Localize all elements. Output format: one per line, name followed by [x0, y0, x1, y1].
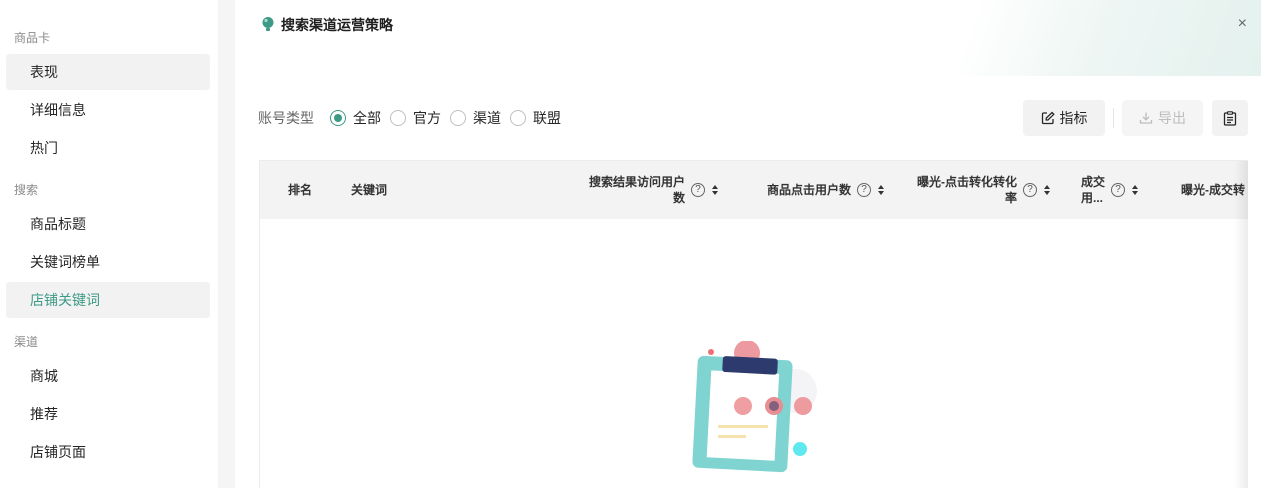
- col-label: 关键词: [351, 183, 388, 197]
- sidebar-group-channel: 渠道: [14, 335, 39, 349]
- radio-all[interactable]: 全部: [330, 108, 381, 128]
- edit-icon: [1041, 111, 1055, 125]
- radio-label: 渠道: [473, 110, 501, 126]
- sidebar-item-shop-page[interactable]: 店铺页面: [6, 434, 210, 470]
- sidebar-item-recommend[interactable]: 推荐: [6, 396, 210, 432]
- radio-dot: [510, 110, 526, 126]
- radio-label: 全部: [353, 110, 381, 126]
- radio-channel[interactable]: 渠道: [450, 108, 501, 128]
- clipboard-icon: [1223, 110, 1237, 126]
- sidebar-item-details[interactable]: 详细信息: [6, 92, 210, 128]
- metrics-label: 指标: [1059, 110, 1088, 126]
- panel-header: 搜索渠道运营策略: [261, 15, 393, 35]
- export-label: 导出: [1158, 110, 1186, 126]
- radio-official[interactable]: 官方: [390, 108, 441, 128]
- help-icon[interactable]: ?: [857, 183, 871, 197]
- col-label: 成交用...: [1081, 174, 1105, 206]
- lightbulb-icon: [262, 17, 274, 31]
- col-label-line2: 数: [672, 191, 685, 205]
- sort-icon[interactable]: [712, 185, 718, 195]
- help-icon[interactable]: ?: [691, 183, 705, 197]
- sidebar: 商品卡 表现 详细信息 热门 搜索 商品标题 关键词榜单 店铺关键词 渠道 商城…: [0, 0, 218, 488]
- col-label-line2: 率: [1004, 191, 1017, 205]
- radio-alliance[interactable]: 联盟: [510, 108, 561, 128]
- sidebar-item-hot[interactable]: 热门: [6, 130, 210, 166]
- clipboard-button[interactable]: [1212, 100, 1248, 136]
- download-icon: [1139, 112, 1153, 124]
- sidebar-item-mall[interactable]: 商城: [6, 358, 210, 394]
- table-scroll-shadow: [1234, 161, 1248, 488]
- col-label: 搜索结果访问用户数: [589, 174, 685, 206]
- panel-title: 搜索渠道运营策略: [281, 17, 393, 33]
- help-icon[interactable]: ?: [1023, 183, 1037, 197]
- col-label-line1: 曝光-点击转化转化: [917, 175, 1017, 189]
- col-label: 排名: [288, 183, 313, 197]
- help-icon[interactable]: ?: [1111, 183, 1126, 197]
- radio-label: 官方: [413, 110, 441, 126]
- sort-icon[interactable]: [1044, 185, 1050, 195]
- col-rank: 排名: [288, 161, 338, 219]
- radio-label: 联盟: [533, 110, 561, 126]
- sidebar-group-search: 搜索: [14, 183, 39, 197]
- header-gradient: [901, 0, 1261, 76]
- col-label-line2: 用...: [1081, 191, 1104, 205]
- sidebar-group-product-card: 商品卡: [14, 31, 51, 45]
- col-label-line1: 搜索结果访问用户: [588, 175, 685, 189]
- radio-dot: [450, 110, 466, 126]
- radio-dot: [390, 110, 406, 126]
- col-label: 商品点击用户数: [766, 183, 851, 197]
- sidebar-item-performance[interactable]: 表现: [6, 54, 210, 90]
- sidebar-item-keyword-ranking[interactable]: 关键词榜单: [6, 244, 210, 280]
- sort-icon[interactable]: [1132, 185, 1139, 195]
- strategy-panel: 搜索渠道运营策略 × 账号类型 全部 官方 渠道 联盟 指标 导出 排名 关键词…: [235, 0, 1261, 488]
- sidebar-item-product-title[interactable]: 商品标题: [6, 206, 210, 242]
- keyword-table: 排名 关键词 搜索结果访问用户数 ? 商品点击用户数 ? 曝光-点击转化转化率 …: [259, 160, 1248, 488]
- filter-label: 账号类型: [258, 110, 314, 126]
- col-product-click-users: 商品点击用户数 ?: [740, 161, 884, 219]
- col-impression-click-rate: 曝光-点击转化转化率 ?: [900, 161, 1050, 219]
- export-button[interactable]: 导出: [1122, 100, 1203, 136]
- col-keyword: 关键词: [351, 161, 471, 219]
- sort-icon[interactable]: [878, 185, 884, 195]
- metrics-button[interactable]: 指标: [1023, 100, 1105, 136]
- close-icon[interactable]: ×: [1238, 14, 1247, 34]
- radio-dot-checked: [330, 110, 346, 126]
- col-deal-users: 成交用... ?: [1081, 161, 1151, 219]
- col-label: 曝光-点击转化转化率: [917, 174, 1017, 206]
- toolbar-divider: [1113, 108, 1114, 128]
- sidebar-item-shop-keywords[interactable]: 店铺关键词: [6, 282, 210, 318]
- col-label-line1: 成交: [1081, 175, 1106, 189]
- col-search-visitors: 搜索结果访问用户数 ?: [560, 161, 718, 219]
- empty-clipboard-illustration: [692, 341, 817, 473]
- table-header: 排名 关键词 搜索结果访问用户数 ? 商品点击用户数 ? 曝光-点击转化转化率 …: [260, 161, 1248, 219]
- panel-gutter: [218, 0, 235, 488]
- account-type-filter: 账号类型 全部 官方 渠道 联盟: [258, 106, 570, 130]
